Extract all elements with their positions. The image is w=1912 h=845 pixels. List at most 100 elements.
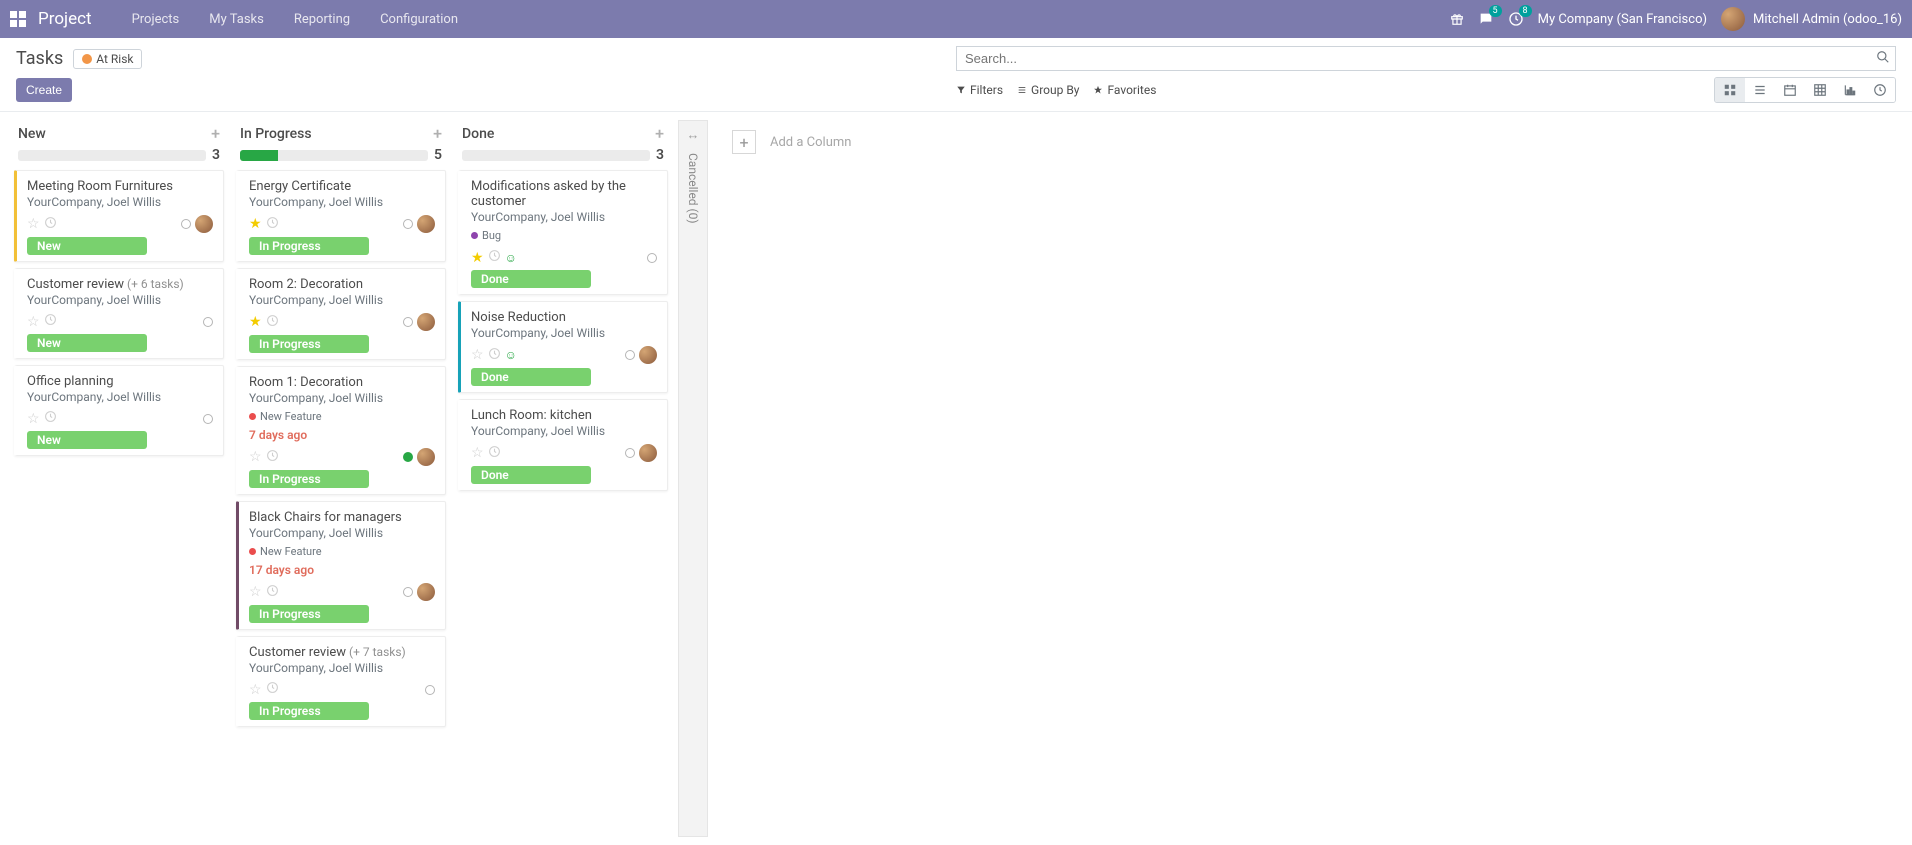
card-tag[interactable]: New Feature [249,545,322,558]
nav-link-mytasks[interactable]: My Tasks [194,2,279,37]
kanban-card[interactable]: Room 1: DecorationYourCompany, Joel Will… [236,366,446,495]
kanban-card[interactable]: Black Chairs for managersYourCompany, Jo… [236,501,446,630]
assignee-avatar-icon[interactable] [417,215,435,233]
kanban-state-icon[interactable] [203,317,213,327]
apps-icon[interactable] [10,11,26,27]
activity-clock-icon[interactable] [266,216,279,233]
rating-smile-icon[interactable]: ☺ [505,251,517,265]
kanban-state-icon[interactable] [625,448,635,458]
kanban-card[interactable]: Meeting Room FurnituresYourCompany, Joel… [14,170,224,262]
priority-star-icon[interactable]: ☆ [471,347,484,363]
column-plus-icon[interactable]: + [433,124,442,143]
activity-clock-icon[interactable] [488,347,501,364]
activity-clock-icon[interactable] [44,216,57,233]
activity-clock-icon[interactable] [488,249,501,266]
stage-pill[interactable]: New [27,334,147,352]
stage-pill[interactable]: Done [471,466,591,484]
priority-star-icon[interactable]: ☆ [249,449,262,465]
activity-clock-icon[interactable] [266,449,279,466]
priority-star-icon[interactable]: ★ [249,216,262,232]
column-header[interactable]: New+ [12,120,226,145]
card-tag[interactable]: Bug [471,229,501,242]
kanban-state-icon[interactable] [403,587,413,597]
column-progress-bar[interactable] [18,150,206,161]
kanban-card[interactable]: Modifications asked by the customerYourC… [458,170,668,295]
kanban-card[interactable]: Customer review (+ 7 tasks)YourCompany, … [236,636,446,727]
groupby-button[interactable]: Group By [1017,77,1079,103]
stage-pill[interactable]: Done [471,270,591,288]
kanban-card[interactable]: Noise ReductionYourCompany, Joel Willis☆… [458,301,668,393]
priority-star-icon[interactable]: ★ [249,314,262,330]
column-plus-icon[interactable]: + [211,124,220,143]
kanban-state-icon[interactable] [403,452,413,462]
pivot-view-button[interactable] [1805,78,1835,102]
company-selector[interactable]: My Company (San Francisco) [1538,12,1707,27]
favorites-button[interactable]: Favorites [1093,77,1156,103]
kanban-state-icon[interactable] [425,685,435,695]
column-progress-bar[interactable] [240,150,428,161]
assignee-avatar-icon[interactable] [639,346,657,364]
activity-clock-icon[interactable] [44,410,57,427]
card-tag[interactable]: New Feature [249,410,322,423]
activity-clock-icon[interactable] [266,314,279,331]
user-menu[interactable]: Mitchell Admin (odoo_16) [1721,7,1902,31]
activity-clock-icon[interactable] [488,445,501,462]
priority-star-icon[interactable]: ☆ [27,314,40,330]
messages-icon[interactable]: 5 [1478,11,1494,27]
activity-clock-icon[interactable] [266,584,279,601]
app-brand[interactable]: Project [38,9,92,29]
activity-clock-icon[interactable] [266,681,279,698]
at-risk-button[interactable]: At Risk [73,49,142,69]
kanban-state-icon[interactable] [625,350,635,360]
nav-link-projects[interactable]: Projects [117,2,195,37]
kanban-card[interactable]: Room 2: DecorationYourCompany, Joel Will… [236,268,446,360]
calendar-view-button[interactable] [1775,78,1805,102]
assignee-avatar-icon[interactable] [417,313,435,331]
stage-pill[interactable]: New [27,431,147,449]
kanban-state-icon[interactable] [203,414,213,424]
assignee-avatar-icon[interactable] [639,444,657,462]
stage-pill[interactable]: In Progress [249,335,369,353]
stage-pill[interactable]: New [27,237,147,255]
kanban-card[interactable]: Customer review (+ 6 tasks)YourCompany, … [14,268,224,359]
kanban-state-icon[interactable] [403,219,413,229]
priority-star-icon[interactable]: ☆ [471,445,484,461]
filters-button[interactable]: Filters [956,77,1003,103]
stage-pill[interactable]: In Progress [249,605,369,623]
kanban-state-icon[interactable] [403,317,413,327]
priority-star-icon[interactable]: ☆ [27,411,40,427]
graph-view-button[interactable] [1835,78,1865,102]
stage-pill[interactable]: In Progress [249,470,369,488]
nav-link-reporting[interactable]: Reporting [279,2,365,37]
column-plus-icon[interactable]: + [655,124,664,143]
priority-star-icon[interactable]: ☆ [249,584,262,600]
priority-star-icon[interactable]: ☆ [249,682,262,698]
folded-column-cancelled[interactable]: ↔ Cancelled (0) [678,120,708,837]
add-column-button[interactable]: + Add a Column [732,130,1892,154]
priority-star-icon[interactable]: ☆ [27,216,40,232]
rating-smile-icon[interactable]: ☺ [505,348,517,362]
gift-icon[interactable] [1450,12,1464,26]
assignee-avatar-icon[interactable] [417,448,435,466]
activity-view-button[interactable] [1865,78,1895,102]
stage-pill[interactable]: Done [471,368,591,386]
kanban-state-icon[interactable] [181,219,191,229]
kanban-state-icon[interactable] [647,253,657,263]
search-icon[interactable] [1876,50,1890,68]
search-input[interactable] [956,46,1896,71]
stage-pill[interactable]: In Progress [249,237,369,255]
column-header[interactable]: In Progress+ [234,120,448,145]
nav-link-configuration[interactable]: Configuration [365,2,473,37]
assignee-avatar-icon[interactable] [417,583,435,601]
kanban-card[interactable]: Energy CertificateYourCompany, Joel Will… [236,170,446,262]
activity-clock-icon[interactable] [44,313,57,330]
list-view-button[interactable] [1745,78,1775,102]
activities-icon[interactable]: 8 [1508,11,1524,27]
stage-pill[interactable]: In Progress [249,702,369,720]
kanban-card[interactable]: Lunch Room: kitchenYourCompany, Joel Wil… [458,399,668,491]
column-progress-bar[interactable] [462,150,650,161]
kanban-view-button[interactable] [1715,78,1745,102]
priority-star-icon[interactable]: ★ [471,250,484,266]
column-header[interactable]: Done+ [456,120,670,145]
assignee-avatar-icon[interactable] [195,215,213,233]
